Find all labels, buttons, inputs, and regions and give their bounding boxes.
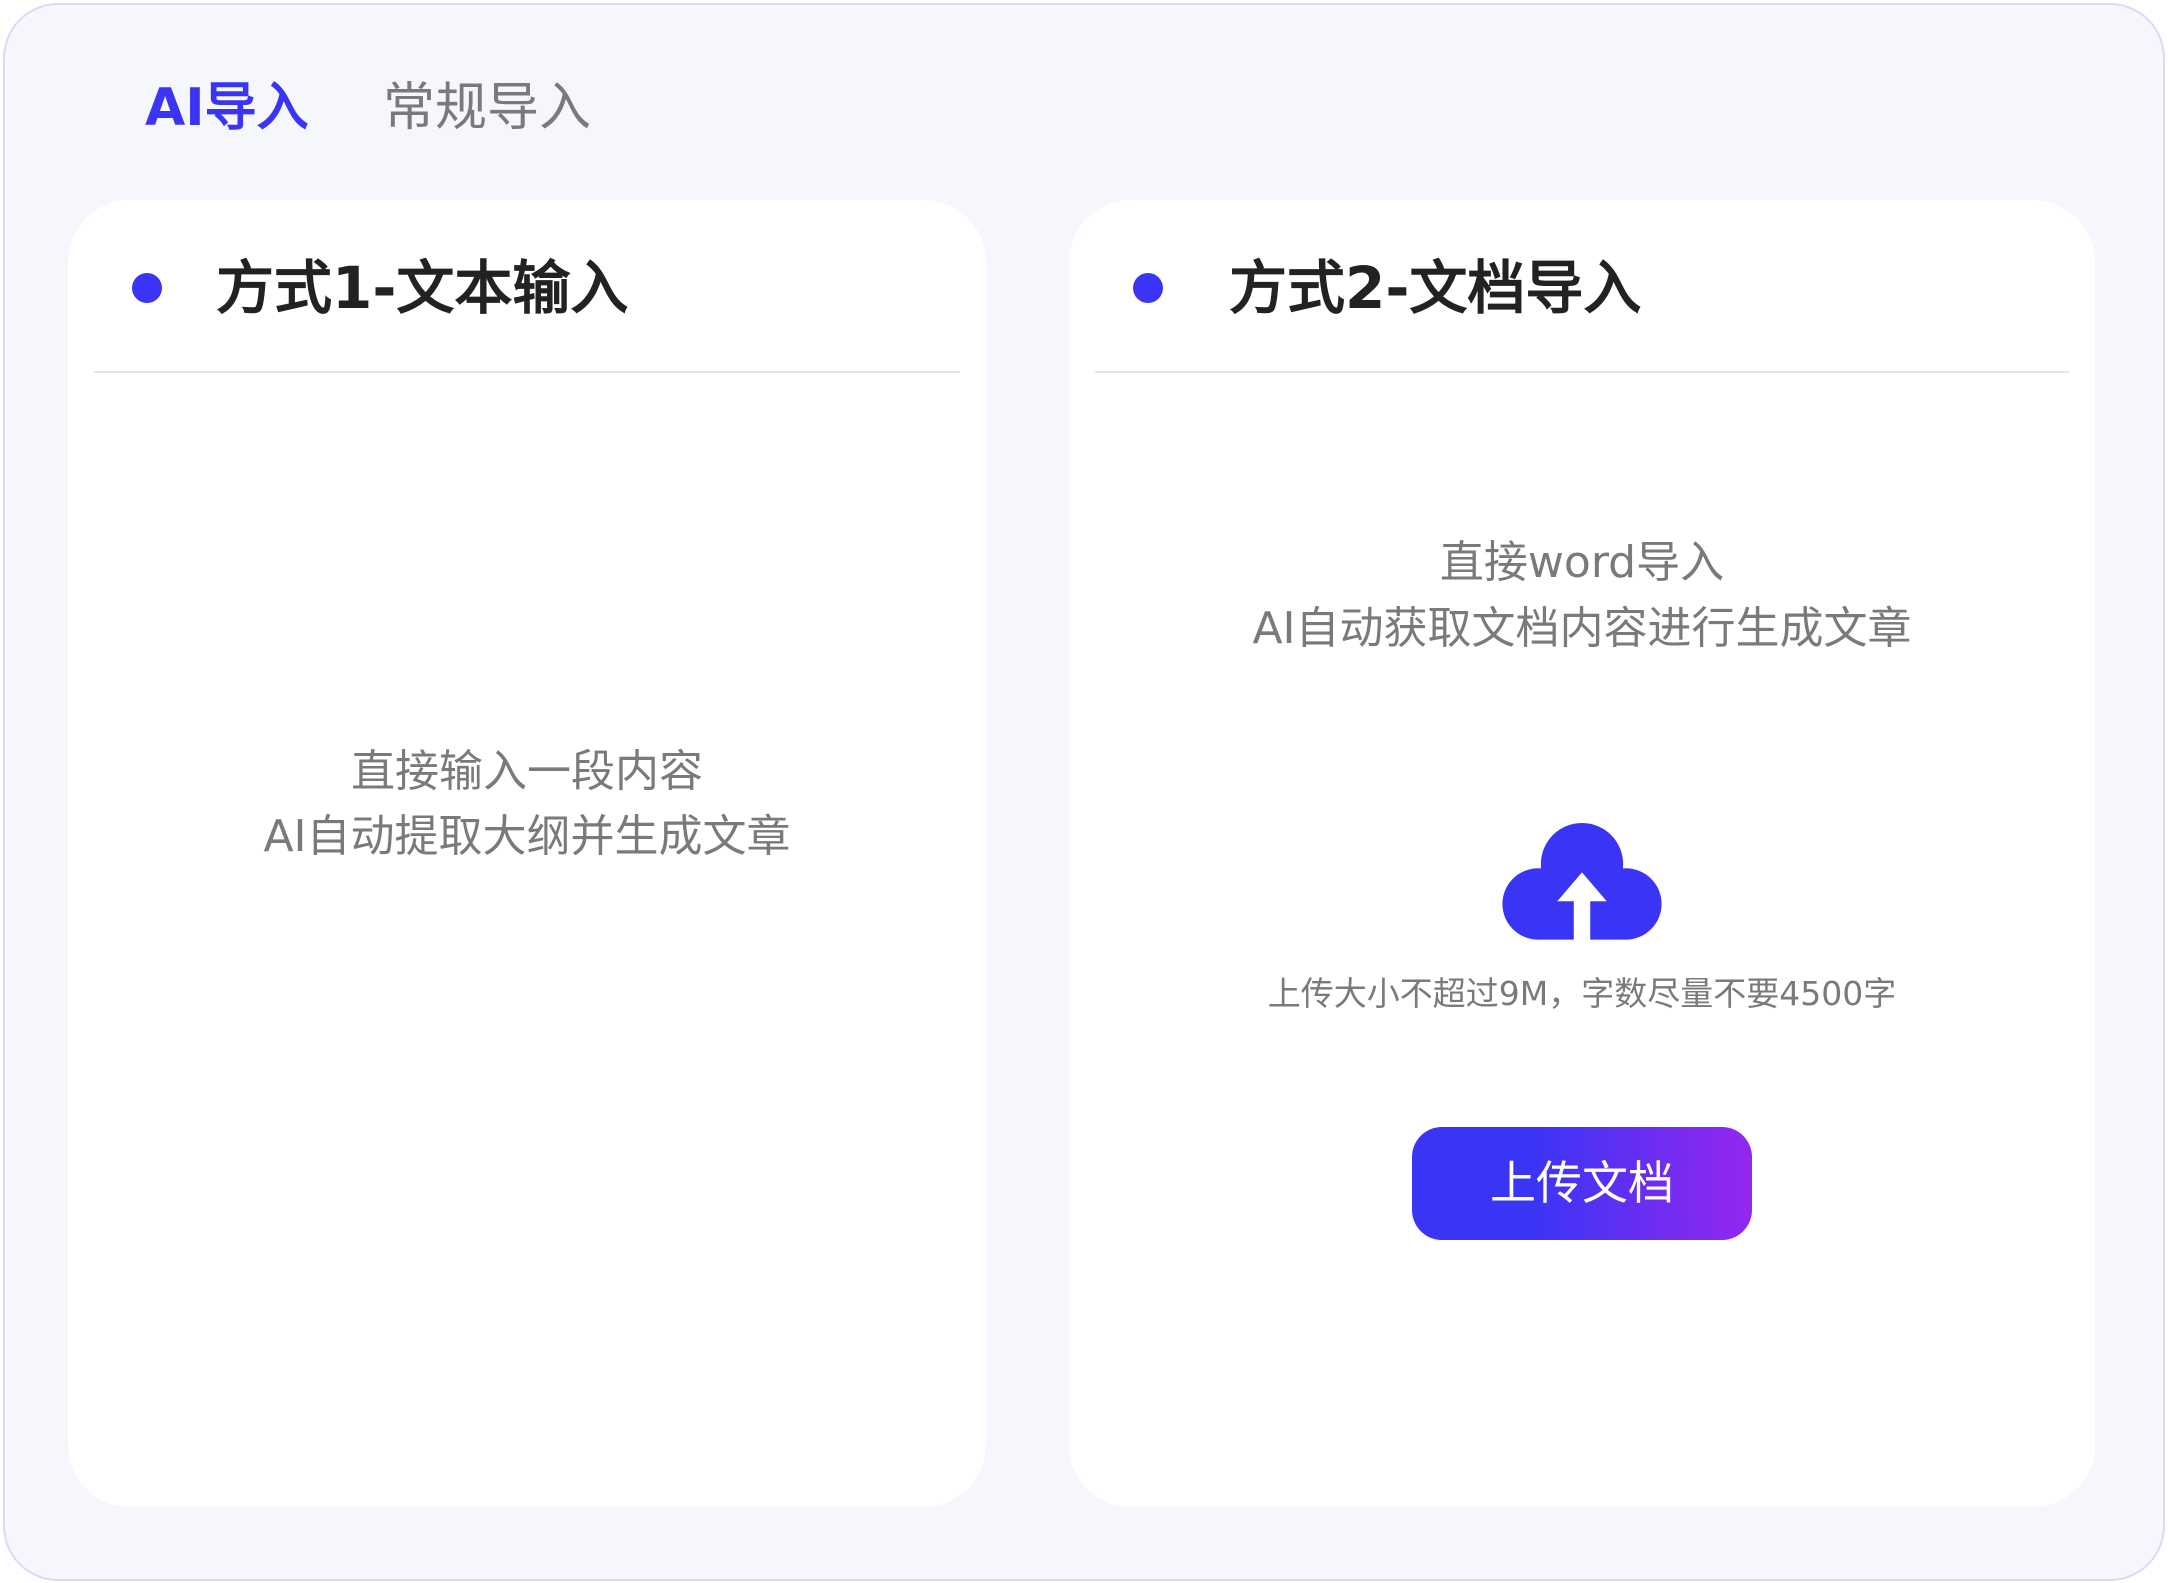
upload-document-button[interactable]: 上传文档 [1412,1127,1752,1240]
text-input-card-title: 方式1-文本输入 [216,254,629,322]
upload-hint: 上传大小不超过9M，字数尽量不要4500字 [1267,974,1897,1013]
doc-import-card: 方式2-文档导入 直接word导入 AI自动获取文档内容进行生成文章 上传大小不… [1069,200,2095,1507]
doc-import-description-line: AI自动获取文档内容进行生成文章 [1252,603,1912,654]
doc-import-description-line: 直接word导入 [1439,537,1725,588]
bullet-dot-icon [132,273,162,303]
text-input-area[interactable] [68,375,986,1507]
tab-normal-import[interactable]: 常规导入 [383,78,591,138]
import-panel: AI导入 常规导入 方式1-文本输入 直接输入一段内容 AI自动提取大纲并生成文… [3,3,2165,1581]
tab-ai-import[interactable]: AI导入 [145,78,309,138]
text-input-description-line: 直接输入一段内容 [351,746,703,797]
card-divider [94,371,960,373]
text-input-description: 直接输入一段内容 AI自动提取大纲并生成文章 [68,739,986,869]
bullet-dot-icon [1133,273,1163,303]
doc-import-card-title: 方式2-文档导入 [1229,254,1642,322]
card-divider [1095,371,2069,373]
doc-import-description: 直接word导入 AI自动获取文档内容进行生成文章 [1069,530,2095,662]
text-input-description-line: AI自动提取大纲并生成文章 [263,811,791,862]
text-input-card: 方式1-文本输入 直接输入一段内容 AI自动提取大纲并生成文章 [68,200,986,1507]
upload-cloud-icon [1502,823,1662,941]
